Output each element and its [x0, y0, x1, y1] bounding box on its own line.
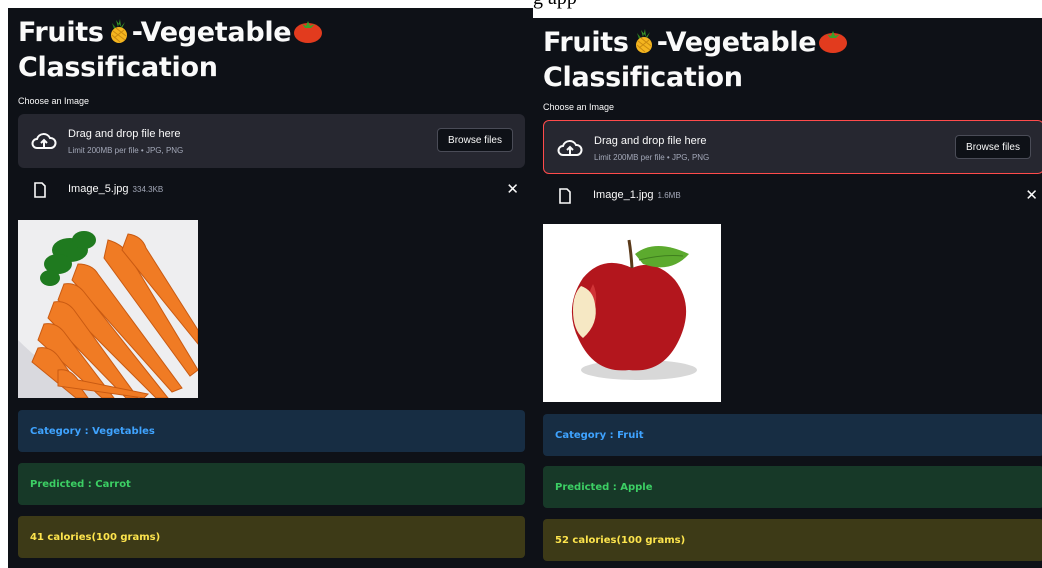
file-size-text: 1.6MB: [657, 191, 681, 200]
uploaded-file-row: Image_1.jpg 1.6MB ✕: [543, 184, 1042, 208]
title-word-classification: Classification: [18, 52, 218, 83]
prediction-alert: Predicted : Carrot: [18, 463, 525, 505]
uploaded-image-carrots: [18, 220, 198, 398]
browse-files-button[interactable]: Browse files: [437, 128, 513, 152]
category-alert: Category : Fruit: [543, 414, 1042, 456]
figure-caption-fragment: g app: [533, 0, 653, 9]
file-size-text: 334.3KB: [132, 185, 164, 194]
browse-files-button[interactable]: Browse files: [955, 135, 1031, 159]
dropzone-limit-text: Limit 200MB per file • JPG, PNG: [68, 146, 184, 155]
pineapple-icon: [631, 28, 655, 62]
title-word-vegetable: -Vegetable: [656, 27, 817, 58]
page-title: Fruits -Vegetable Classification: [543, 27, 850, 94]
uploader-label: Choose an Image: [543, 102, 615, 112]
file-dropzone[interactable]: Drag and drop file here Limit 200MB per …: [543, 120, 1042, 174]
category-alert: Category : Vegetables: [18, 410, 525, 452]
calories-alert: 41 calories(100 grams): [18, 516, 525, 558]
calories-alert: 52 calories(100 grams): [543, 519, 1042, 561]
uploader-label: Choose an Image: [18, 96, 90, 106]
dropzone-instruction: Drag and drop file here: [594, 135, 707, 147]
title-word-fruits: Fruits: [543, 27, 629, 58]
file-icon: [559, 188, 571, 204]
remove-file-icon[interactable]: ✕: [506, 180, 519, 198]
uploaded-file-row: Image_5.jpg 334.3KB ✕: [18, 178, 525, 202]
tomato-icon: [293, 18, 323, 52]
file-icon: [34, 182, 46, 198]
uploaded-file-name: Image_5.jpg 334.3KB: [68, 183, 163, 195]
app-panel-left: Fruits -Vegetable Classification Choose a…: [8, 8, 533, 568]
pineapple-icon: [106, 18, 130, 52]
page-title: Fruits -Vegetable Classification: [18, 17, 325, 84]
cloud-upload-icon: [31, 133, 57, 149]
uploaded-image-apple: [543, 224, 721, 402]
dropzone-limit-text: Limit 200MB per file • JPG, PNG: [594, 153, 710, 162]
prediction-alert: Predicted : Apple: [543, 466, 1042, 508]
title-word-vegetable: -Vegetable: [131, 17, 292, 48]
file-dropzone[interactable]: Drag and drop file here Limit 200MB per …: [18, 114, 525, 168]
app-panel-right: Fruits -Vegetable Classification Choose a…: [533, 18, 1042, 568]
title-word-fruits: Fruits: [18, 17, 104, 48]
dropzone-instruction: Drag and drop file here: [68, 128, 181, 140]
cloud-upload-icon: [557, 140, 583, 156]
uploaded-file-name: Image_1.jpg 1.6MB: [593, 189, 681, 201]
tomato-icon: [818, 28, 848, 62]
title-word-classification: Classification: [543, 62, 743, 93]
remove-file-icon[interactable]: ✕: [1025, 186, 1038, 204]
file-name-text: Image_5.jpg: [68, 183, 129, 195]
file-name-text: Image_1.jpg: [593, 189, 654, 201]
